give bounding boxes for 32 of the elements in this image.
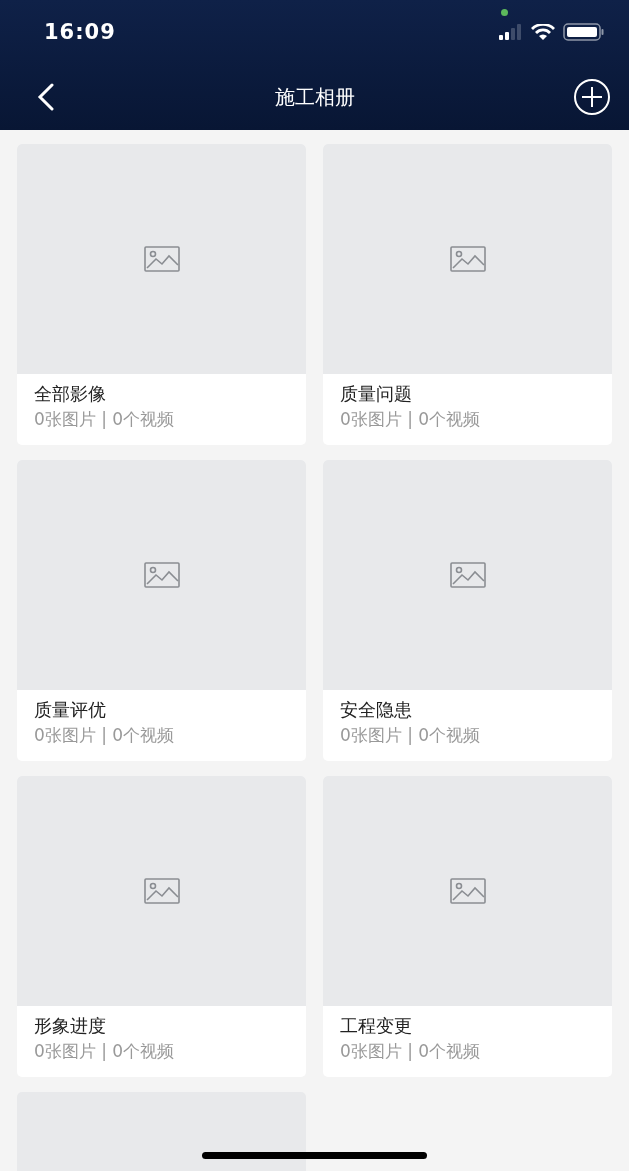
album-counts: 0张图片 | 0个视频 [34, 724, 176, 747]
image-placeholder-icon [449, 562, 486, 588]
wifi-icon [531, 23, 555, 41]
album-counts: 0张图片 | 0个视频 [340, 724, 482, 747]
page-title: 施工相册 [274, 83, 355, 111]
album-card[interactable]: 安全隐患 0张图片 | 0个视频 [323, 460, 612, 761]
album-title: 安全隐患 [340, 698, 413, 722]
album-counts: 0张图片 | 0个视频 [34, 408, 176, 431]
album-card[interactable]: 全部影像 0张图片 | 0个视频 [17, 144, 306, 445]
image-placeholder-icon [449, 878, 486, 904]
album-card[interactable]: 工程变更 0张图片 | 0个视频 [323, 776, 612, 1077]
image-placeholder-icon [143, 246, 180, 272]
camera-indicator-icon [501, 9, 508, 16]
add-icon[interactable] [573, 78, 611, 116]
album-counts: 0张图片 | 0个视频 [34, 1040, 176, 1063]
album-counts: 0张图片 | 0个视频 [340, 1040, 482, 1063]
image-placeholder-icon [143, 562, 180, 588]
image-placeholder-icon [143, 878, 180, 904]
signal-icon [499, 24, 523, 40]
album-counts: 0张图片 | 0个视频 [340, 408, 482, 431]
album-title: 工程变更 [340, 1014, 413, 1038]
album-title: 形象进度 [34, 1014, 107, 1038]
status-time: 16:09 [44, 20, 116, 44]
image-placeholder-icon [449, 246, 486, 272]
album-card[interactable]: 形象进度 0张图片 | 0个视频 [17, 776, 306, 1077]
back-icon[interactable] [36, 83, 56, 111]
album-title: 质量评优 [34, 698, 107, 722]
album-card[interactable]: 质量评优 0张图片 | 0个视频 [17, 460, 306, 761]
album-title: 全部影像 [34, 382, 107, 406]
album-title: 质量问题 [340, 382, 413, 406]
battery-icon [563, 23, 605, 41]
album-card[interactable]: 质量问题 0张图片 | 0个视频 [323, 144, 612, 445]
